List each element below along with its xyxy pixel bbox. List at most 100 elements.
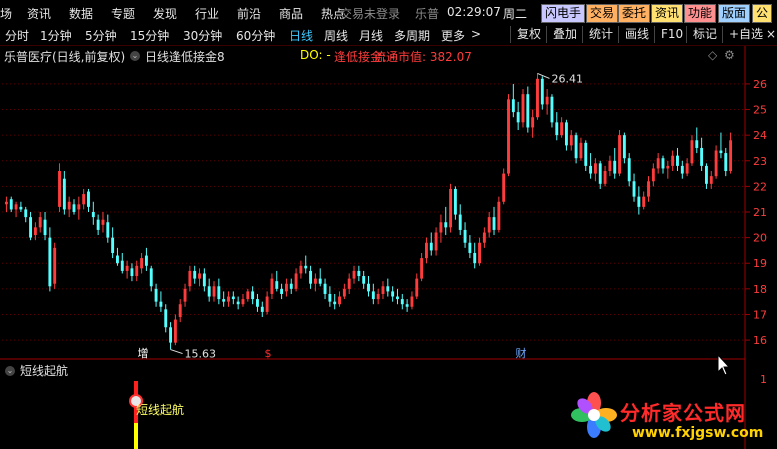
kline-chart[interactable]: 26 25 24 23 22 21 20 19 18 17 16 26.41 15.63 增 $ 财	[0, 0, 777, 449]
candle-body	[545, 96, 549, 105]
candle-body	[608, 160, 612, 172]
candle-body	[391, 291, 395, 297]
candle-body	[246, 291, 250, 300]
candle-body	[724, 153, 728, 172]
chevron-down-icon[interactable]: ⌄	[5, 366, 15, 376]
candle-body	[700, 147, 704, 166]
candle-body	[284, 283, 288, 292]
candle-body	[478, 242, 481, 264]
y-tick-label: 18	[753, 283, 767, 296]
candle-body	[207, 286, 211, 297]
candle-body	[453, 188, 457, 215]
mouse-cursor-icon	[717, 353, 731, 376]
candle-body	[111, 237, 115, 253]
candle-body	[521, 94, 525, 123]
candle-body	[449, 188, 453, 228]
candle-body	[304, 265, 308, 269]
candle-body	[656, 158, 660, 169]
candle-body	[429, 242, 433, 251]
watermark-url: www.fxjgsw.com	[632, 425, 764, 441]
candle-body	[212, 286, 216, 297]
candle-body	[19, 206, 23, 210]
candle-body	[96, 219, 100, 230]
event-marker: 财	[516, 346, 527, 360]
candle-body	[497, 201, 501, 230]
candle-body	[33, 227, 37, 236]
candle-body	[400, 299, 404, 305]
candle-body	[671, 155, 675, 166]
candle-body	[236, 301, 240, 305]
trading-app-window: 场 资讯 数据 专题 发现 行业 前沿 商品 热点 交易未登录 乐普 02:29…	[0, 0, 777, 449]
candle-body	[424, 242, 428, 259]
candle-body	[647, 181, 650, 197]
y-tick-label: 23	[753, 155, 767, 168]
candle-body	[24, 209, 28, 218]
y-tick-label: 19	[753, 257, 767, 270]
candle-body	[188, 270, 192, 287]
candle-body	[613, 160, 617, 174]
candle-body	[120, 260, 124, 271]
candle-body	[193, 270, 197, 279]
high-annotation: 26.41	[551, 72, 583, 85]
candle-body	[690, 140, 694, 164]
candle-body	[313, 278, 317, 284]
candle-body	[396, 296, 399, 300]
candle-body	[149, 268, 153, 287]
candle-body	[642, 196, 646, 207]
event-marker: 增	[138, 346, 149, 360]
candle-body	[62, 178, 66, 210]
candle-body	[632, 181, 636, 197]
candle-body	[169, 327, 173, 343]
y-tick-label: 22	[753, 180, 767, 193]
candle-body	[584, 142, 588, 166]
candle-body	[328, 293, 332, 302]
candle-body	[420, 258, 424, 279]
candle-body	[9, 199, 13, 210]
signal-bar-yellow	[134, 423, 138, 449]
high-pointer	[537, 72, 550, 79]
candle-body	[555, 122, 559, 136]
candle-body	[38, 217, 42, 228]
candle-body	[256, 299, 259, 307]
low-annotation: 15.63	[185, 348, 217, 361]
y-tick-label: 20	[753, 232, 767, 245]
candle-body	[536, 78, 539, 118]
candle-body	[342, 288, 346, 297]
candle-body	[67, 201, 71, 210]
y-tick-label: 26	[753, 78, 767, 91]
low-pointer	[170, 349, 183, 355]
candle-body	[323, 283, 327, 294]
candle-body	[227, 296, 230, 302]
candle-body	[154, 288, 158, 302]
candle-body	[29, 217, 33, 238]
candle-body	[362, 276, 366, 284]
candle-body	[178, 304, 182, 318]
candle-body	[704, 165, 708, 184]
candle-body	[729, 140, 733, 172]
candle-body	[618, 135, 621, 174]
candle-body	[217, 286, 221, 300]
candle-body	[405, 304, 409, 307]
candle-body	[468, 242, 472, 253]
candle-body	[381, 286, 385, 294]
candle-body	[222, 299, 226, 302]
candle-body	[58, 171, 61, 207]
candle-body	[473, 252, 477, 264]
candle-body	[140, 258, 144, 269]
candle-body	[680, 165, 684, 174]
candle-body	[666, 165, 670, 169]
candle-body	[91, 212, 95, 218]
candle-body	[309, 270, 313, 284]
candle-body	[87, 191, 90, 207]
y-tick-label: 25	[753, 104, 767, 117]
candle-body	[709, 176, 713, 184]
candle-body	[72, 204, 76, 212]
candle-body	[579, 142, 583, 159]
candle-body	[299, 265, 303, 274]
candle-body	[439, 222, 443, 233]
candle-body	[371, 291, 375, 300]
candle-body	[116, 255, 119, 264]
candle-body	[352, 270, 356, 279]
candle-body	[202, 273, 206, 287]
candle-body	[463, 229, 467, 243]
